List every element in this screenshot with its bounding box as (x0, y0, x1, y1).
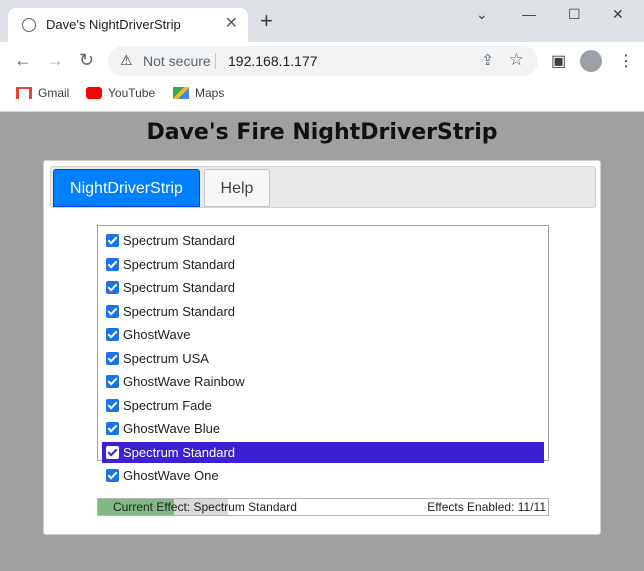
effect-label: Spectrum Fade (123, 397, 212, 413)
effect-checkbox[interactable] (106, 469, 119, 482)
forward-icon[interactable]: → (46, 50, 64, 70)
effect-row[interactable]: GhostWave (102, 324, 544, 345)
effect-row[interactable]: Spectrum Standard (102, 441, 544, 463)
share-icon[interactable]: ⇪ (481, 51, 494, 69)
gmail-icon (16, 87, 32, 99)
bookmark-gmail[interactable]: Gmail (16, 86, 69, 100)
effect-checkbox[interactable] (106, 445, 119, 459)
effect-label: GhostWave (123, 327, 191, 342)
reload-icon[interactable]: ↻ (79, 50, 94, 70)
menu-icon[interactable]: ⋮ (618, 51, 634, 71)
effect-label: Spectrum Standard (123, 256, 236, 272)
effect-row[interactable]: GhostWave Blue (102, 418, 544, 439)
minimize-icon[interactable]: — (522, 6, 536, 22)
new-tab-button[interactable]: + (260, 10, 273, 32)
warning-icon[interactable]: ⚠ (120, 52, 133, 69)
address-bar[interactable]: ⚠ Not secure 192.168.1.177 ⇪ ☆ (108, 46, 538, 76)
browser-chrome: Dave's NightDriverStrip ✕ + ⌄ — ☐ ✕ ← → … (0, 0, 644, 112)
main-panel: NightDriverStrip Help Spectrum Standard S… (43, 160, 601, 535)
effect-checkbox[interactable] (106, 375, 119, 388)
youtube-icon (86, 87, 102, 99)
status-bar: Current Effect: Spectrum Standard Effect… (97, 498, 549, 516)
tab-help[interactable]: Help (204, 169, 270, 207)
effect-checkbox[interactable] (106, 281, 119, 294)
tab-nightdriverstrip[interactable]: NightDriverStrip (53, 169, 200, 207)
security-indicator[interactable]: Not secure (143, 53, 211, 69)
effect-checkbox[interactable] (106, 234, 119, 247)
maps-icon (173, 87, 189, 99)
close-window-icon[interactable]: ✕ (612, 6, 624, 23)
url-text[interactable]: 192.168.1.177 (228, 53, 318, 69)
effect-checkbox[interactable] (106, 351, 119, 365)
close-tab-icon[interactable]: ✕ (225, 14, 238, 34)
effect-row[interactable]: Spectrum Standard (102, 277, 544, 298)
effect-label: GhostWave One (123, 468, 219, 483)
effect-label: Spectrum Standard (123, 233, 236, 248)
browser-tab[interactable]: Dave's NightDriverStrip ✕ (8, 8, 248, 42)
tab-strip: Dave's NightDriverStrip ✕ + ⌄ — ☐ ✕ (0, 0, 644, 42)
effect-row[interactable]: Spectrum Fade (102, 395, 544, 416)
effect-label: GhostWave Rainbow (123, 374, 245, 389)
effect-row[interactable]: Spectrum Standard (102, 301, 544, 322)
globe-icon (22, 18, 36, 32)
effects-list[interactable]: Spectrum Standard Spectrum Standard Spectr… (97, 225, 549, 483)
effect-checkbox[interactable] (106, 422, 119, 435)
current-effect-label: Current Effect: Spectrum Standard (113, 500, 297, 514)
tab-search-icon[interactable]: ⌄ (476, 6, 488, 23)
browser-toolbar: ← → ↻ ⚠ Not secure 192.168.1.177 ⇪ ☆ ▣ ⋮ (0, 42, 644, 80)
effect-row[interactable]: Spectrum Standard (102, 230, 544, 251)
page-title: Dave's Fire NightDriverStrip (146, 120, 498, 145)
effect-row[interactable]: GhostWave One (102, 465, 544, 486)
back-icon[interactable]: ← (14, 50, 32, 70)
effect-label: Spectrum Standard (123, 444, 236, 460)
effect-checkbox[interactable] (106, 304, 119, 318)
tab-bar: NightDriverStrip Help (50, 166, 596, 208)
effects-enabled-label: Effects Enabled: 11/11 (427, 500, 546, 514)
effect-row[interactable]: Spectrum Standard (102, 254, 544, 275)
profile-avatar[interactable] (580, 50, 602, 72)
effect-label: Spectrum Standard (123, 303, 236, 319)
effect-label: Spectrum USA (123, 350, 209, 366)
effect-row[interactable]: Spectrum USA (102, 348, 544, 369)
maximize-icon[interactable]: ☐ (568, 6, 581, 23)
effect-label: GhostWave Blue (123, 421, 221, 436)
side-panel-icon[interactable]: ▣ (551, 51, 566, 71)
effect-label: Spectrum Standard (123, 280, 236, 295)
effect-checkbox[interactable] (106, 257, 119, 271)
bookmarks-bar: Gmail YouTube Maps (0, 80, 644, 110)
bookmark-maps[interactable]: Maps (173, 86, 224, 100)
tab-title: Dave's NightDriverStrip (46, 17, 181, 32)
effect-checkbox[interactable] (106, 328, 119, 341)
effect-row[interactable]: GhostWave Rainbow (102, 371, 544, 392)
separator (215, 53, 216, 69)
bookmark-star-icon[interactable]: ☆ (509, 50, 524, 70)
effect-checkbox[interactable] (106, 398, 119, 412)
bookmark-youtube[interactable]: YouTube (86, 86, 155, 100)
